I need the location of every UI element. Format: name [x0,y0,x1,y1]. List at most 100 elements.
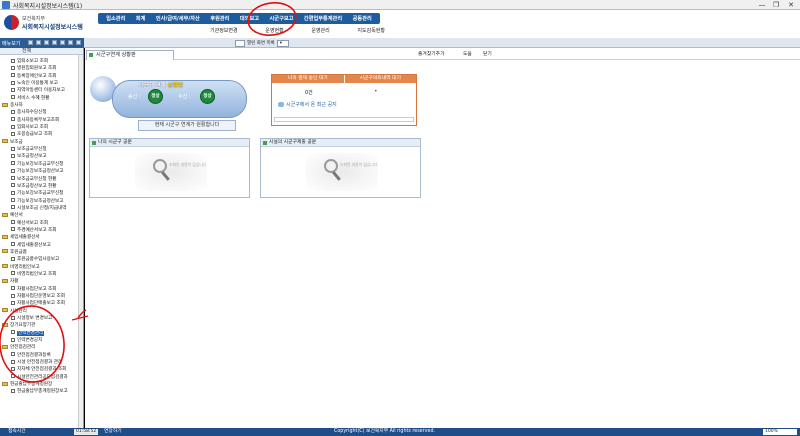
tree-item[interactable]: 안전점검결과등록 [2,352,78,359]
tree-item[interactable]: 보조금교부신청 [2,146,78,153]
approval-count[interactable]: 0건 [305,89,313,96]
tree-item[interactable]: 인력변경관리 [2,330,78,337]
tree-folder[interactable]: 세입세출결산서 [2,234,78,241]
tree-item[interactable]: 시설정보 변경보고 [2,315,78,322]
tree-item[interactable]: 예산서보고 조회 [2,220,78,227]
tree-folder[interactable]: 예산서 [2,212,78,219]
top-menu-item[interactable]: 인사/급여/세무/자산 [156,15,200,22]
tree-item[interactable]: 시설보조금 신청/지급내역 [2,205,78,212]
menu-view-label[interactable]: 메뉴보기 [2,40,20,47]
tree-item[interactable]: 기능보강보조금교부신청 [2,161,78,168]
toolbar-button-5[interactable] [60,40,65,45]
zoom-select[interactable]: 100% [763,429,797,435]
document-icon [11,109,15,114]
tree-item[interactable]: 호봉승급보고 조회 [2,131,78,138]
request-tab[interactable]: 시군구의뢰내역 대기 [343,75,417,83]
top-menu-item[interactable]: 대외보고 [240,15,259,22]
tree-item[interactable]: 지자체 안전점검결과 조회 [2,366,78,373]
tree-item-label: 종사자 [10,103,23,109]
tree-folder[interactable]: 보조금 [2,139,78,146]
tree-item[interactable]: 후원금품수입사용보고 [2,256,78,263]
tree-item[interactable]: 시설 안전점검결과 관리 [2,359,78,366]
toolbar-button-1[interactable] [28,40,33,45]
minimize-button[interactable]: — [756,1,768,9]
screen-combo-left[interactable] [235,39,245,47]
folder-icon [2,278,8,283]
tree-item[interactable]: 노숙인 이용통계 보고 [2,80,78,87]
recent-notice-link[interactable]: 시군구에서 온 최근 공지 [278,101,337,108]
toolbar-button-4[interactable] [52,40,57,45]
sub-menu-item[interactable]: 지도감독현황 [357,27,385,34]
restore-button[interactable]: ❐ [770,1,782,9]
tree-folder[interactable]: 후원금품 [2,249,78,256]
sub-menu-item[interactable]: 운영현황 [265,27,283,34]
help-button[interactable]: 도움 [463,51,472,59]
top-menu-item[interactable]: 간편업무통계관리 [304,15,342,22]
sub-menu-item[interactable]: 기관정보변경 [210,27,238,34]
tree-folder[interactable]: 시설관리 [2,308,78,315]
document-icon [11,227,15,232]
tab-dashboard[interactable]: 시군구연계 상황판 [86,50,174,60]
top-menu-item[interactable]: 입소관리 [106,15,125,22]
tree-item-label: 비영리법인보고 [10,264,40,270]
tree-folder[interactable]: 현금출납부총계정원장 [2,381,78,388]
tree-folder[interactable]: 종사자 [2,102,78,109]
tree-item[interactable]: 세입세출결산보고 [2,242,78,249]
tree-item[interactable]: 서비스 수혜 현황 [2,95,78,102]
tree-item[interactable]: 입퇴소보고 조회 [2,58,78,65]
toolbar-button-6[interactable] [68,40,73,45]
tree-item[interactable]: 자활사업단운영보고 조회 [2,293,78,300]
tree-item[interactable]: 인력변경공지 [2,337,78,344]
sidebar-scrollbar[interactable] [78,55,83,428]
toolbar-button-3[interactable] [44,40,49,45]
tree-item[interactable]: 지역아동센터 이용자보고 [2,87,78,94]
toolbar-button-7[interactable] [76,40,81,45]
tree-item[interactable]: 기능보강보조금교부신청 [2,190,78,197]
top-menu-item[interactable]: 후원관리 [210,15,229,22]
tree-item[interactable]: 등록장애인보고 조회 [2,73,78,80]
tree-item[interactable]: 시설안전관리공단점검결과 [2,374,78,381]
logo[interactable]: 보건복지부 사회복지시설정보시스템 [2,12,94,34]
tree-item[interactable]: 기능보강보조금정산보고 [2,198,78,205]
tree-item-label: 시설정보 변경보고 [17,316,53,322]
document-icon [11,168,15,173]
favorites-button[interactable]: 즐겨찾기추가 [418,51,444,59]
tree-item[interactable]: 종사자등록부보고조회 [2,117,78,124]
tree-item[interactable]: 병원입퇴원보고 조회 [2,65,78,72]
tree-item[interactable]: 자활사업단보고 조회 [2,286,78,293]
approval-tab[interactable]: 나의 결재 승인 대기 [272,75,344,83]
document-icon [11,337,15,342]
tree-folder[interactable]: 안전점검관리 [2,344,78,351]
tree-item-label: 호봉승급보고 조회 [17,132,53,138]
tree-item[interactable]: 보조금교부신청 현황 [2,176,78,183]
tree-item[interactable]: 비영리법인보고 조회 [2,271,78,278]
top-menu-item[interactable]: 시군구보고 [270,15,294,22]
tree-item[interactable]: 기능보강보조금정산보고 [2,168,78,175]
top-menu-item[interactable]: 공동관리 [353,15,372,22]
extend-session-button[interactable]: 연장하기 [104,429,122,435]
tree-item[interactable]: 종사자수당신청 [2,109,78,116]
tree-item[interactable]: 추경예산서보고 조회 [2,227,78,234]
tree-item[interactable]: 현금출납부총계정원장보고 [2,388,78,395]
tree-folder[interactable]: 비영리법인보고 [2,264,78,271]
document-icon [11,330,15,335]
open-screen-label: 열린 화면 목록 [247,41,275,46]
document-icon [11,271,15,276]
top-menu-item[interactable]: 회계 [136,15,146,22]
toolbar-strip [0,38,800,48]
tree-item-label: 장기요양기관 [10,323,36,329]
tree-item[interactable]: 보조금정산보고 [2,153,78,160]
close-window-button[interactable]: ✕ [785,1,797,9]
window-title: 사회복지시설정보시스템(1) [13,3,83,10]
toolbar-button-2[interactable] [36,40,41,45]
sub-menu-item[interactable]: 운영관리 [311,27,329,34]
close-tab-button[interactable]: 닫기 [483,51,492,59]
tree-item[interactable]: 보조금정산보고 현황 [2,183,78,190]
tree-item[interactable]: 자활사업단매출보고 조회 [2,300,78,307]
tree-item[interactable]: 입퇴사보고 조회 [2,124,78,131]
screen-combo-select[interactable]: ▾ [276,39,289,47]
tree-folder[interactable]: 장기요양기관 [2,322,78,329]
tree-folder[interactable]: 자활 [2,278,78,285]
magnifier-icon [324,159,338,173]
document-icon [11,65,15,70]
